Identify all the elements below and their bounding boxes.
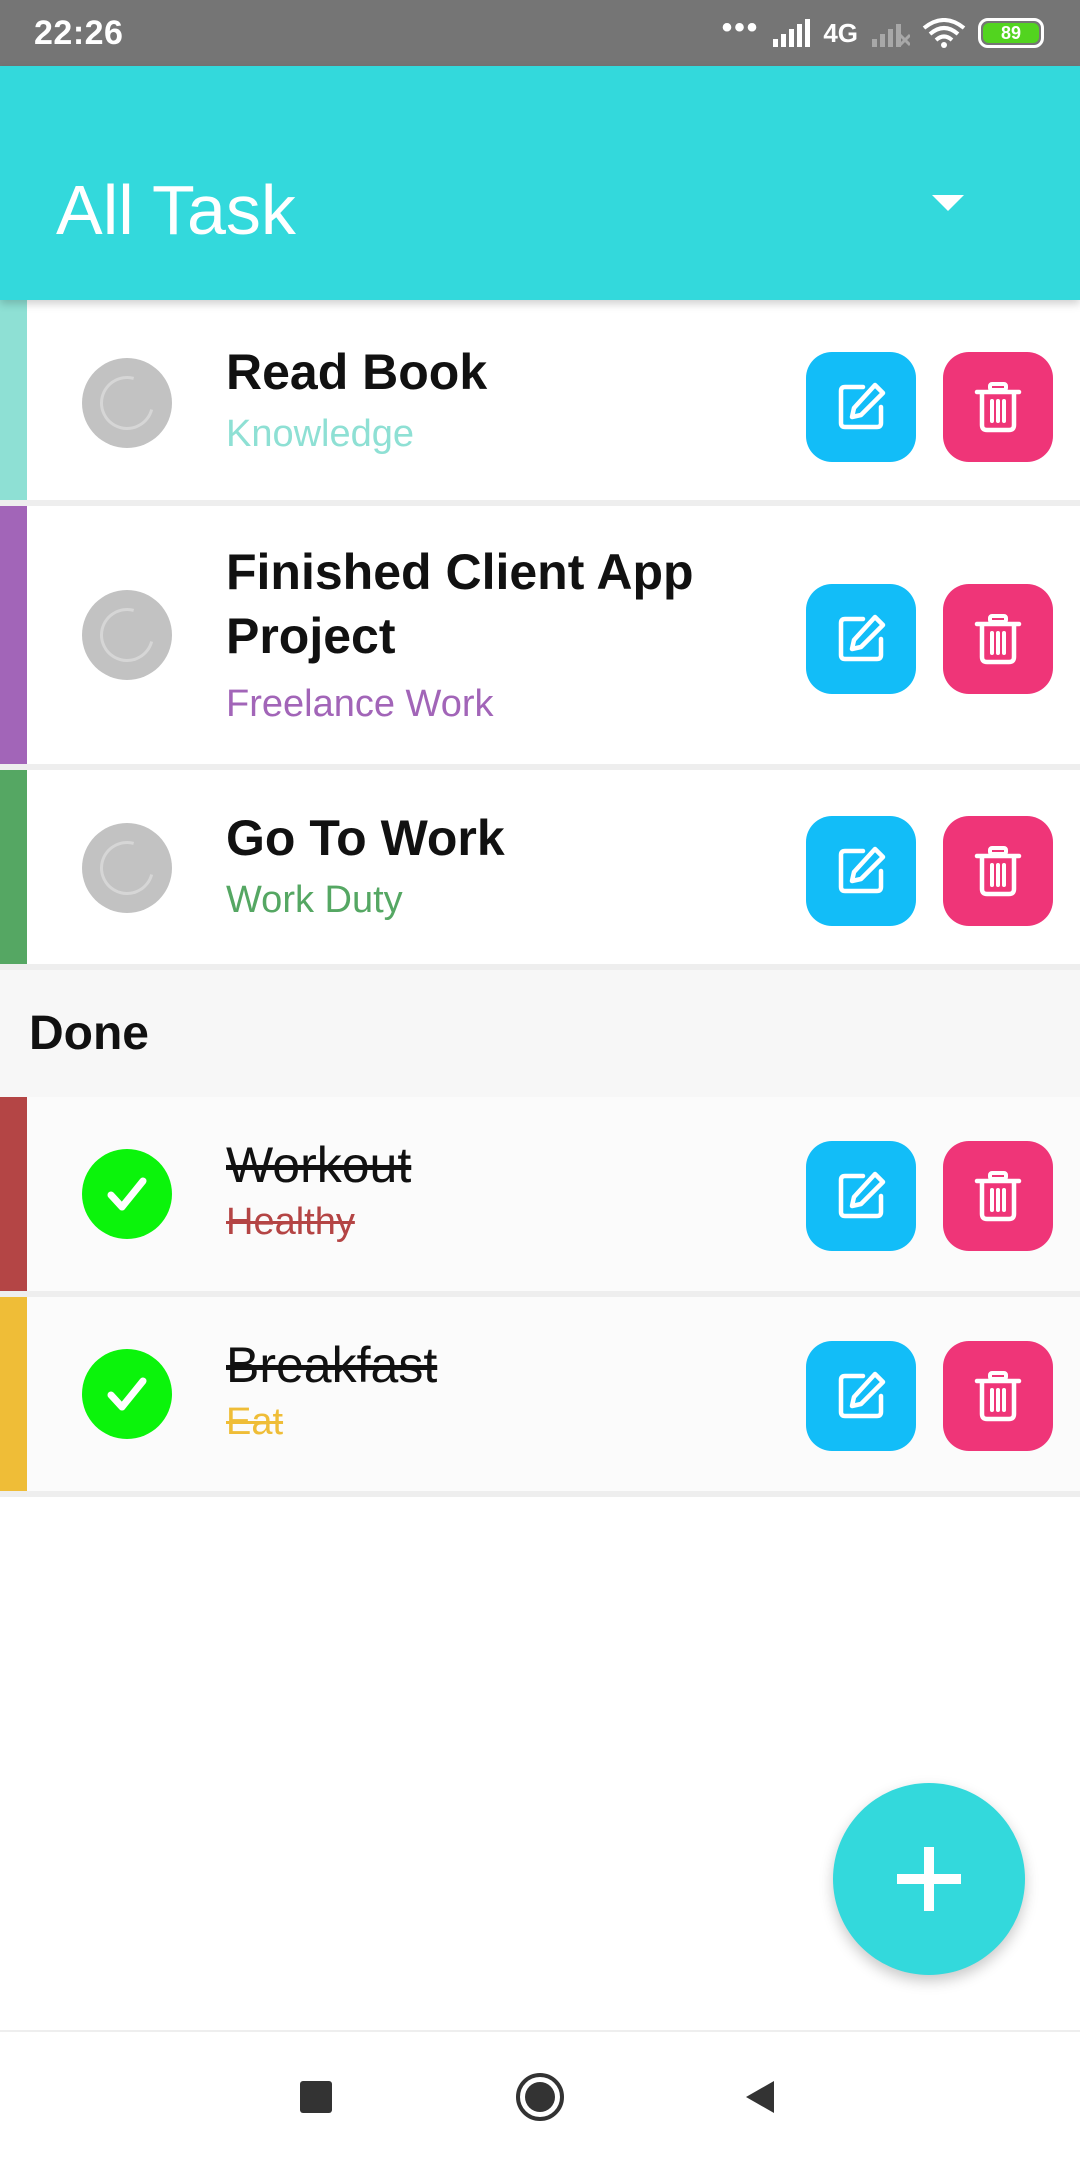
task-text: Go To Work Work Duty [226, 806, 766, 930]
plus-icon [897, 1847, 961, 1911]
delete-button[interactable] [943, 816, 1053, 926]
edit-button[interactable] [806, 352, 916, 462]
trash-icon [974, 614, 1022, 665]
task-list: Read Book Knowledge Finished Client App … [0, 300, 1080, 1497]
edit-button[interactable] [806, 1141, 916, 1251]
section-title: Done [29, 1007, 149, 1060]
task-text: Breakfast Eat [226, 1333, 766, 1447]
task-complete-checkbox[interactable] [82, 823, 172, 913]
task-title: Workout [226, 1137, 412, 1193]
battery-icon: 89 [978, 18, 1044, 48]
category-color-stripe [0, 770, 27, 964]
screen: 22:26 ••• 4G 89 All Task Read Book Knowl… [0, 0, 1080, 2160]
wifi-icon [922, 18, 966, 48]
trash-icon [974, 382, 1022, 433]
signal-icon [773, 19, 811, 47]
recent-apps-icon [300, 2081, 332, 2113]
delete-button[interactable] [943, 584, 1053, 694]
home-button[interactable] [480, 2032, 600, 2160]
task-text: Finished Client App Project Freelance Wo… [226, 540, 766, 734]
delete-button[interactable] [943, 1141, 1053, 1251]
category-color-stripe [0, 300, 27, 500]
section-header-done: Done [0, 970, 1080, 1097]
task-text: Read Book Knowledge [226, 340, 766, 464]
trash-icon [974, 1371, 1022, 1422]
status-icons: ••• 4G 89 [722, 0, 1044, 66]
task-title: Go To Work [226, 810, 505, 866]
check-icon [107, 1377, 147, 1411]
edit-icon [838, 846, 886, 894]
back-button[interactable] [700, 2032, 820, 2160]
battery-level: 89 [983, 23, 1039, 43]
task-category: Freelance Work [226, 683, 494, 725]
task-title: Read Book [226, 344, 488, 400]
edit-button[interactable] [806, 1341, 916, 1451]
system-nav-bar [0, 2030, 1080, 2160]
edit-button[interactable] [806, 816, 916, 926]
page-title: All Task [56, 171, 296, 249]
task-row[interactable]: Breakfast Eat [0, 1297, 1080, 1497]
task-title: Breakfast [226, 1337, 438, 1393]
task-text: Workout Healthy [226, 1133, 766, 1247]
chevron-down-icon [932, 195, 964, 211]
delete-button[interactable] [943, 352, 1053, 462]
app-bar: All Task [0, 66, 1080, 300]
notification-dots: ••• [721, 11, 760, 44]
task-row[interactable]: Workout Healthy [0, 1097, 1080, 1297]
task-complete-checkbox[interactable] [82, 590, 172, 680]
task-title: Finished Client App Project [226, 544, 694, 664]
task-complete-checkbox[interactable] [82, 1149, 172, 1239]
status-time: 22:26 [34, 13, 124, 52]
check-icon [107, 1177, 147, 1211]
edit-icon [838, 614, 886, 662]
category-color-stripe [0, 1097, 27, 1291]
home-icon [516, 2073, 564, 2121]
category-color-stripe [0, 1297, 27, 1491]
add-task-button[interactable] [833, 1783, 1025, 1975]
task-category: Knowledge [226, 413, 415, 455]
filter-dropdown[interactable] [918, 178, 978, 228]
task-complete-checkbox[interactable] [82, 1349, 172, 1439]
task-category: Work Duty [226, 879, 403, 921]
recent-apps-button[interactable] [256, 2032, 376, 2160]
task-category: Healthy [226, 1201, 355, 1243]
trash-icon [974, 1171, 1022, 1222]
edit-icon [838, 1371, 886, 1419]
edit-icon [838, 1171, 886, 1219]
task-row[interactable]: Read Book Knowledge [0, 300, 1080, 506]
edit-icon [838, 382, 886, 430]
task-row[interactable]: Finished Client App Project Freelance Wo… [0, 506, 1080, 770]
task-row[interactable]: Go To Work Work Duty [0, 770, 1080, 970]
task-complete-checkbox[interactable] [82, 358, 172, 448]
category-color-stripe [0, 506, 27, 764]
signal-empty-icon [872, 24, 910, 47]
edit-button[interactable] [806, 584, 916, 694]
delete-button[interactable] [943, 1341, 1053, 1451]
trash-icon [974, 846, 1022, 897]
status-bar: 22:26 ••• 4G 89 [0, 0, 1080, 66]
task-category: Eat [226, 1401, 284, 1443]
back-icon [746, 2081, 774, 2113]
network-type: 4G [823, 17, 858, 48]
